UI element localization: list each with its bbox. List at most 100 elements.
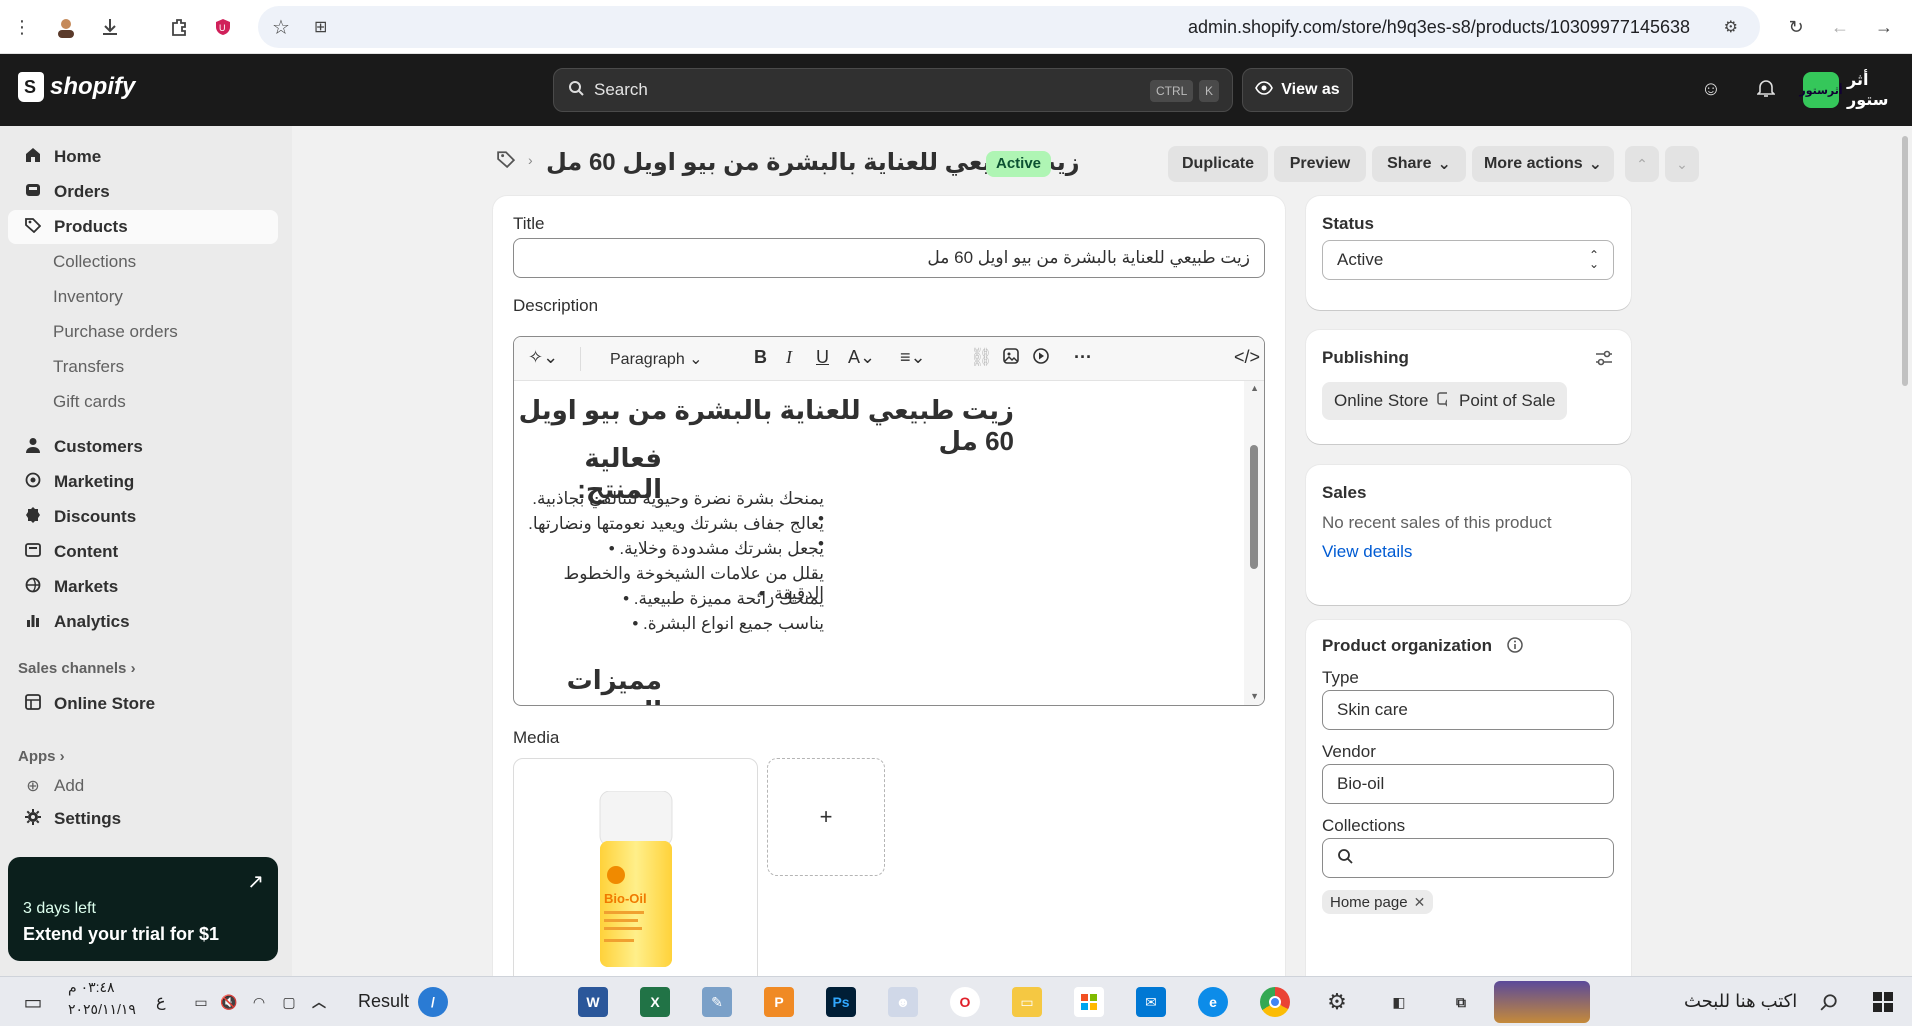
sidebar-item-discounts[interactable]: Discounts [8,500,278,534]
sliders-icon[interactable] [1595,350,1613,371]
channel-online-store[interactable]: Online Store [1322,382,1467,420]
type-input[interactable]: Skin care [1322,690,1614,730]
settings-gear-icon[interactable]: ⚙ [1322,987,1352,1017]
align-icon[interactable]: ≡⌄ [900,347,926,368]
sidebar-sub-gift-cards[interactable]: Gift cards [53,392,126,412]
word-icon[interactable]: W [578,987,608,1017]
kebab-menu-icon[interactable]: ⋮ [8,13,36,41]
sidebar-sub-purchase-orders[interactable]: Purchase orders [53,322,178,342]
sidebar-item-products[interactable]: Products [8,210,278,244]
file-explorer-icon[interactable]: ▭ [1012,987,1042,1017]
vendor-input[interactable]: Bio-oil [1322,764,1614,804]
shield-extension-icon[interactable]: U [209,13,237,41]
clock-date[interactable]: ٢٠٢٥/١١/١٩ [68,1001,136,1018]
preview-button[interactable]: Preview [1274,146,1366,182]
product-tag-icon[interactable] [497,150,516,174]
download-icon[interactable] [96,13,124,41]
opera-icon[interactable]: O [950,987,980,1017]
device-icon[interactable]: ▢ [274,987,304,1017]
chevron-up-icon[interactable]: ︿ [304,987,334,1017]
underline-icon[interactable]: U [816,347,829,368]
mail-icon[interactable]: ✉ [1136,987,1166,1017]
code-icon[interactable]: </> [1234,347,1260,368]
previous-product-button[interactable]: ⌃ [1625,146,1659,182]
translate-icon[interactable]: ⊞ [314,17,327,37]
italic-icon[interactable]: I [786,347,792,368]
photoshop-icon[interactable]: Ps [826,987,856,1017]
store-switcher[interactable]: أثرستور أثر ستور [1799,70,1912,110]
text-color-icon[interactable]: A⌄ [848,347,875,368]
sidebar-sub-collections[interactable]: Collections [53,252,136,272]
status-select[interactable]: Active ⌃ ⌄ [1322,240,1614,280]
share-button[interactable]: Share ⌄ [1372,146,1466,182]
video-icon[interactable] [1032,347,1050,370]
sidebar-sub-inventory[interactable]: Inventory [53,287,123,307]
chrome-icon[interactable] [1260,987,1290,1017]
sidebar-item-content[interactable]: Content [8,535,278,569]
search-input[interactable]: Search CTRL K [553,68,1233,112]
notification-icon[interactable]: ▭ [18,987,48,1017]
bookmark-star-icon[interactable]: ☆ [272,15,290,40]
ai-magic-icon[interactable]: ✧⌄ [528,347,558,368]
sidebar-item-orders[interactable]: Orders [8,175,278,209]
sidebar-item-home[interactable]: Home [8,140,278,174]
language-indicator[interactable]: ع [156,991,166,1011]
search-icon[interactable] [1814,987,1844,1017]
editor-scrollbar[interactable]: ▲ ▼ [1244,381,1264,705]
page-scroll-thumb[interactable] [1902,136,1908,386]
more-options-icon[interactable]: ··· [1074,347,1092,368]
sidebar-item-customers[interactable]: Customers [8,430,278,464]
sidebar-item-analytics[interactable]: Analytics [8,605,278,639]
more-actions-button[interactable]: More actions ⌄ [1472,146,1614,182]
next-product-button[interactable]: ⌄ [1665,146,1699,182]
sidebar-item-add-app[interactable]: ⊕ Add [8,773,278,799]
shopify-logo[interactable]: shopify [18,72,135,102]
bold-icon[interactable]: B [754,347,767,368]
channel-point-of-sale[interactable]: Point of Sale [1447,382,1568,420]
sidekick-icon[interactable]: ☺ [1699,78,1723,102]
bell-icon[interactable] [1754,78,1778,102]
editor-content[interactable]: زيت طبيعي للعناية بالبشرة من بيو اويل 60… [514,381,1244,705]
extensions-icon[interactable] [165,13,193,41]
scroll-down-arrow-icon[interactable]: ▼ [1250,691,1259,701]
add-media-button[interactable]: + [767,758,885,876]
taskbar-search-text[interactable]: اكتب هنا للبحث [1684,991,1797,1012]
trial-banner[interactable]: ↗ 3 days left Extend your trial for $1 [8,857,278,961]
volume-muted-icon[interactable]: 🔇 [214,987,244,1017]
remove-tag-icon[interactable]: ✕ [1414,894,1426,911]
back-arrow-icon[interactable]: ← [1826,13,1854,41]
search-highlight-image[interactable] [1494,981,1590,1023]
address-bar[interactable]: ☆ ⊞ admin.shopify.com/store/h9q3es-s8/pr… [258,6,1760,48]
apps-heading[interactable]: Apps › [18,748,65,765]
sidebar-item-markets[interactable]: Markets [8,570,278,604]
battery-icon[interactable]: ▭ [186,987,216,1017]
image-icon[interactable] [1002,347,1020,370]
sidebar-item-marketing[interactable]: Marketing [8,465,278,499]
clock-time[interactable]: ٠٣:٤٨ م [68,979,115,996]
windows-start-icon[interactable] [1868,987,1898,1017]
task-view-icon[interactable]: ⧉ [1446,987,1476,1017]
cricket-widget-icon[interactable]: / [418,987,448,1017]
sales-channels-heading[interactable]: Sales channels › [18,660,136,677]
media-thumbnail[interactable]: Bio-Oil [513,758,758,998]
sidebar-item-settings[interactable]: Settings [8,802,278,836]
pdf-icon[interactable]: P [764,987,794,1017]
excel-icon[interactable]: X [640,987,670,1017]
collections-search-input[interactable] [1322,838,1614,878]
page-scrollbar[interactable] [1898,126,1912,976]
paint-icon[interactable]: ✎ [702,987,732,1017]
app-icon[interactable]: ◧ [1384,987,1414,1017]
site-settings-icon[interactable]: ⚙ [1724,17,1738,37]
result-widget-label[interactable]: Result [358,991,409,1012]
paragraph-dropdown[interactable]: Paragraph ⌄ [610,349,703,369]
info-icon[interactable] [1506,636,1524,659]
reload-icon[interactable]: ↻ [1782,13,1810,41]
people-app-icon[interactable]: ☻ [888,987,918,1017]
edge-icon[interactable]: e [1198,987,1228,1017]
profile-avatar-icon[interactable] [52,13,80,41]
wifi-icon[interactable]: ◠ [244,987,274,1017]
sidebar-item-online-store[interactable]: Online Store [8,687,278,721]
scroll-up-arrow-icon[interactable]: ▲ [1250,383,1259,393]
duplicate-button[interactable]: Duplicate [1168,146,1268,182]
store-app-icon[interactable] [1074,987,1104,1017]
